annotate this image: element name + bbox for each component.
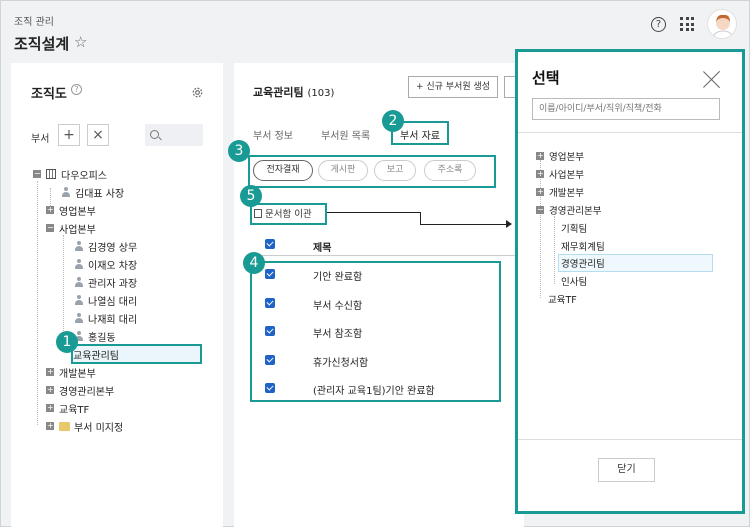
team-header: 교육관리팀 (103) [253, 86, 335, 99]
expand-icon[interactable]: + [536, 188, 544, 196]
tree-node-member[interactable]: 나열심 대리 [74, 292, 137, 308]
person-icon [74, 240, 84, 252]
person-icon [74, 276, 84, 288]
step-badge-1: 1 [56, 331, 78, 353]
expand-icon[interactable]: + [46, 206, 54, 214]
building-icon [46, 169, 56, 179]
person-icon [61, 186, 71, 198]
step-badge-2: 2 [382, 110, 404, 132]
avatar[interactable] [707, 9, 737, 39]
modal-node-edu-tf[interactable]: 교육TF [548, 291, 577, 307]
tree-node-dev[interactable]: + 개발본부 [46, 364, 96, 380]
person-icon [74, 312, 84, 324]
row-checkbox[interactable] [265, 383, 275, 393]
collapse-icon[interactable]: − [536, 206, 544, 214]
close-button[interactable]: 닫기 [598, 458, 655, 482]
tree-node-mgmt[interactable]: + 경영관리본부 [46, 382, 114, 398]
pill-approval[interactable]: 전자결재 [253, 160, 313, 181]
expand-icon[interactable]: + [46, 368, 54, 376]
new-member-button[interactable]: + 신규 부서원 생성 [408, 76, 498, 98]
close-icon[interactable] [703, 70, 721, 88]
document-icon [254, 208, 262, 218]
pill-board[interactable]: 게시판 [318, 160, 368, 181]
table-row[interactable]: (관리자 교육1팀)기안 완료함 [313, 382, 435, 397]
arrow-head-icon [506, 220, 512, 228]
modal-node-child[interactable]: 인사팀 [561, 273, 587, 289]
tree-node-member[interactable]: 관리자 과장 [74, 274, 137, 290]
arrow-line [420, 224, 508, 225]
table-row[interactable]: 부서 수신함 [313, 297, 362, 312]
tree-node-sales[interactable]: + 영업본부 [46, 202, 96, 218]
tree-node-member[interactable]: 이재오 차장 [74, 256, 137, 272]
expand-icon[interactable]: + [46, 386, 54, 394]
tree-node-root[interactable]: − 다우오피스 [33, 166, 107, 182]
tab-dept-info[interactable]: 부서 정보 [253, 127, 293, 142]
tree-node-ceo[interactable]: 김대표 사장 [61, 184, 124, 200]
select-all-checkbox[interactable] [265, 239, 275, 249]
pill-contacts[interactable]: 주소록 [424, 160, 476, 181]
modal-title: 선택 [532, 69, 560, 87]
move-docs-button[interactable]: 문서함 이관 [254, 206, 312, 220]
org-chart-panel: 조직도 ? 부서 + × − 다우오피스 김대표 사장 + 영업본부 − 사업본… [11, 63, 223, 527]
arrow-line [327, 212, 421, 213]
tree-node-biz[interactable]: − 사업본부 [46, 220, 96, 236]
select-dept-modal: 선택 + 영업본부 + 사업본부 + 개발본부 − 경영관리본부 기획팀 재무회… [515, 49, 745, 514]
modal-node-child-selected[interactable]: 경영관리팀 [561, 255, 605, 271]
table-row[interactable]: 휴가신청서함 [313, 354, 368, 369]
collapse-icon[interactable]: − [33, 170, 41, 178]
modal-node-sales[interactable]: + 영업본부 [536, 148, 584, 164]
tree-node-member[interactable]: 홍길동 [74, 328, 116, 344]
step-badge-5: 5 [240, 185, 262, 207]
step-badge-3: 3 [228, 140, 250, 162]
table-header [253, 234, 524, 256]
tab-member-list[interactable]: 부서원 목록 [321, 127, 370, 142]
row-checkbox[interactable] [265, 326, 275, 336]
divider [518, 132, 742, 133]
modal-node-child[interactable]: 재무회계팀 [561, 238, 605, 254]
row-checkbox[interactable] [265, 298, 275, 308]
table-row[interactable]: 부서 참조함 [313, 325, 362, 340]
page-title: 조직설계 [14, 35, 70, 53]
expand-icon[interactable]: + [46, 404, 54, 412]
person-icon [74, 294, 84, 306]
modal-node-biz[interactable]: + 사업본부 [536, 166, 584, 182]
modal-node-dev[interactable]: + 개발본부 [536, 184, 584, 200]
org-tree: − 다우오피스 김대표 사장 + 영업본부 − 사업본부 김경영 상무 이재오 … [11, 63, 223, 527]
person-icon [74, 258, 84, 270]
help-icon[interactable]: ? [651, 17, 666, 32]
dept-detail-panel: 교육관리팀 (103) + 신규 부서원 생성 부서 정보 부서원 목록 부서 … [234, 63, 524, 527]
tree-node-member[interactable]: 나재희 대리 [74, 310, 137, 326]
tree-node-unassigned[interactable]: + 부서 미지정 [46, 418, 123, 434]
tree-node-member[interactable]: 김경영 상무 [74, 238, 137, 254]
expand-icon[interactable]: + [536, 170, 544, 178]
tree-node-edu-tf[interactable]: + 교육TF [46, 400, 89, 416]
modal-node-child[interactable]: 기획팀 [561, 220, 587, 236]
modal-search-input[interactable] [532, 98, 720, 120]
tree-node-edu-team[interactable]: 교육관리팀 [73, 346, 119, 362]
row-checkbox[interactable] [265, 355, 275, 365]
column-title: 제목 [313, 243, 332, 254]
table-row[interactable]: 기안 완료함 [313, 268, 362, 283]
star-icon[interactable]: ☆ [74, 33, 87, 51]
folder-icon [59, 421, 70, 431]
expand-icon[interactable]: + [46, 422, 54, 430]
divider [518, 439, 742, 440]
apps-grid-icon[interactable] [680, 17, 694, 31]
row-checkbox[interactable] [265, 269, 275, 279]
rows-highlight-box [250, 261, 501, 402]
modal-node-mgmt[interactable]: − 경영관리본부 [536, 202, 601, 218]
breadcrumb: 조직 관리 [14, 17, 54, 28]
step-badge-4: 4 [243, 252, 265, 274]
pill-report[interactable]: 보고 [374, 160, 416, 181]
expand-icon[interactable]: + [536, 152, 544, 160]
collapse-icon[interactable]: − [46, 224, 54, 232]
